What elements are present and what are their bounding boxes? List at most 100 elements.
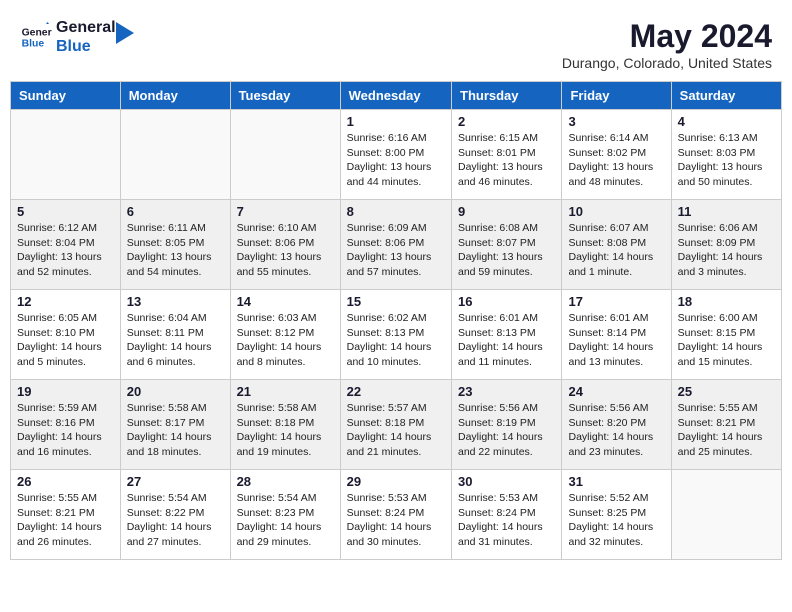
day-info: Sunrise: 5:59 AMSunset: 8:16 PMDaylight:…	[17, 401, 114, 460]
calendar-cell: 16 Sunrise: 6:01 AMSunset: 8:13 PMDayligh…	[452, 290, 562, 380]
day-number: 16	[458, 294, 555, 309]
calendar-table: SundayMondayTuesdayWednesdayThursdayFrid…	[10, 81, 782, 560]
day-number: 22	[347, 384, 445, 399]
day-number: 5	[17, 204, 114, 219]
weekday-header-thursday: Thursday	[452, 82, 562, 110]
calendar-cell: 18 Sunrise: 6:00 AMSunset: 8:15 PMDayligh…	[671, 290, 781, 380]
day-number: 3	[568, 114, 664, 129]
calendar-cell: 7Sunrise: 6:10 AMSunset: 8:06 PMDaylight…	[230, 200, 340, 290]
calendar-cell: 4 Sunrise: 6:13 AMSunset: 8:03 PMDaylight…	[671, 110, 781, 200]
day-number: 28	[237, 474, 334, 489]
day-info: Sunrise: 6:12 AMSunset: 8:04 PMDaylight:…	[17, 221, 114, 280]
svg-text:Blue: Blue	[22, 39, 45, 50]
page-header: General Blue General Blue May 2024 Duran…	[10, 10, 782, 75]
day-number: 26	[17, 474, 114, 489]
weekday-header-friday: Friday	[562, 82, 671, 110]
day-number: 31	[568, 474, 664, 489]
calendar-cell: 9Sunrise: 6:08 AMSunset: 8:07 PMDaylight…	[452, 200, 562, 290]
calendar-week-row: 26 Sunrise: 5:55 AMSunset: 8:21 PMDayligh…	[11, 470, 782, 560]
day-info: Sunrise: 6:13 AMSunset: 8:03 PMDaylight:…	[678, 131, 775, 190]
day-info: Sunrise: 5:58 AMSunset: 8:17 PMDaylight:…	[127, 401, 224, 460]
weekday-header-monday: Monday	[120, 82, 230, 110]
calendar-cell: 10Sunrise: 6:07 AMSunset: 8:08 PMDayligh…	[562, 200, 671, 290]
day-info: Sunrise: 6:14 AMSunset: 8:02 PMDaylight:…	[568, 131, 664, 190]
day-number: 14	[237, 294, 334, 309]
day-number: 27	[127, 474, 224, 489]
day-number: 7	[237, 204, 334, 219]
calendar-cell: 23 Sunrise: 5:56 AMSunset: 8:19 PMDayligh…	[452, 380, 562, 470]
day-number: 17	[568, 294, 664, 309]
day-number: 20	[127, 384, 224, 399]
logo-icon: General Blue	[20, 21, 52, 53]
logo: General Blue General Blue	[20, 18, 134, 56]
day-number: 30	[458, 474, 555, 489]
day-number: 1	[347, 114, 445, 129]
day-info: Sunrise: 6:03 AMSunset: 8:12 PMDaylight:…	[237, 311, 334, 370]
weekday-header-row: SundayMondayTuesdayWednesdayThursdayFrid…	[11, 82, 782, 110]
day-number: 13	[127, 294, 224, 309]
calendar-cell: 25 Sunrise: 5:55 AMSunset: 8:21 PMDayligh…	[671, 380, 781, 470]
calendar-cell: 17 Sunrise: 6:01 AMSunset: 8:14 PMDayligh…	[562, 290, 671, 380]
calendar-cell	[120, 110, 230, 200]
calendar-cell	[671, 470, 781, 560]
day-info: Sunrise: 5:53 AMSunset: 8:24 PMDaylight:…	[347, 491, 445, 550]
location-subtitle: Durango, Colorado, United States	[562, 55, 772, 71]
calendar-cell: 6 Sunrise: 6:11 AMSunset: 8:05 PMDaylight…	[120, 200, 230, 290]
day-info: Sunrise: 6:09 AMSunset: 8:06 PMDaylight:…	[347, 221, 445, 280]
calendar-week-row: 19Sunrise: 5:59 AMSunset: 8:16 PMDayligh…	[11, 380, 782, 470]
calendar-cell	[11, 110, 121, 200]
day-info: Sunrise: 5:58 AMSunset: 8:18 PMDaylight:…	[237, 401, 334, 460]
calendar-cell: 29 Sunrise: 5:53 AMSunset: 8:24 PMDayligh…	[340, 470, 451, 560]
calendar-body: 1Sunrise: 6:16 AMSunset: 8:00 PMDaylight…	[11, 110, 782, 560]
day-info: Sunrise: 6:08 AMSunset: 8:07 PMDaylight:…	[458, 221, 555, 280]
title-block: May 2024 Durango, Colorado, United State…	[562, 18, 772, 71]
day-info: Sunrise: 5:53 AMSunset: 8:24 PMDaylight:…	[458, 491, 555, 550]
day-number: 18	[678, 294, 775, 309]
month-year-title: May 2024	[562, 18, 772, 55]
calendar-cell: 24Sunrise: 5:56 AMSunset: 8:20 PMDayligh…	[562, 380, 671, 470]
day-info: Sunrise: 6:05 AMSunset: 8:10 PMDaylight:…	[17, 311, 114, 370]
weekday-header-tuesday: Tuesday	[230, 82, 340, 110]
day-number: 8	[347, 204, 445, 219]
calendar-cell: 5 Sunrise: 6:12 AMSunset: 8:04 PMDaylight…	[11, 200, 121, 290]
day-number: 23	[458, 384, 555, 399]
calendar-week-row: 1Sunrise: 6:16 AMSunset: 8:00 PMDaylight…	[11, 110, 782, 200]
weekday-header-saturday: Saturday	[671, 82, 781, 110]
day-info: Sunrise: 6:11 AMSunset: 8:05 PMDaylight:…	[127, 221, 224, 280]
svg-text:General: General	[22, 28, 52, 39]
day-info: Sunrise: 6:07 AMSunset: 8:08 PMDaylight:…	[568, 221, 664, 280]
weekday-header-sunday: Sunday	[11, 82, 121, 110]
day-info: Sunrise: 5:55 AMSunset: 8:21 PMDaylight:…	[17, 491, 114, 550]
calendar-cell: 28 Sunrise: 5:54 AMSunset: 8:23 PMDayligh…	[230, 470, 340, 560]
calendar-cell: 19Sunrise: 5:59 AMSunset: 8:16 PMDayligh…	[11, 380, 121, 470]
day-info: Sunrise: 6:00 AMSunset: 8:15 PMDaylight:…	[678, 311, 775, 370]
day-info: Sunrise: 6:01 AMSunset: 8:13 PMDaylight:…	[458, 311, 555, 370]
calendar-cell: 11Sunrise: 6:06 AMSunset: 8:09 PMDayligh…	[671, 200, 781, 290]
calendar-cell: 3 Sunrise: 6:14 AMSunset: 8:02 PMDaylight…	[562, 110, 671, 200]
day-number: 4	[678, 114, 775, 129]
day-number: 29	[347, 474, 445, 489]
calendar-cell: 2 Sunrise: 6:15 AMSunset: 8:01 PMDaylight…	[452, 110, 562, 200]
logo-arrow-icon	[116, 22, 134, 44]
day-number: 2	[458, 114, 555, 129]
day-number: 15	[347, 294, 445, 309]
day-info: Sunrise: 6:01 AMSunset: 8:14 PMDaylight:…	[568, 311, 664, 370]
logo-line1: General	[56, 18, 116, 37]
calendar-cell: 1Sunrise: 6:16 AMSunset: 8:00 PMDaylight…	[340, 110, 451, 200]
day-info: Sunrise: 5:55 AMSunset: 8:21 PMDaylight:…	[678, 401, 775, 460]
calendar-cell	[230, 110, 340, 200]
calendar-cell: 8 Sunrise: 6:09 AMSunset: 8:06 PMDaylight…	[340, 200, 451, 290]
day-info: Sunrise: 5:56 AMSunset: 8:19 PMDaylight:…	[458, 401, 555, 460]
day-number: 25	[678, 384, 775, 399]
day-number: 21	[237, 384, 334, 399]
day-info: Sunrise: 6:06 AMSunset: 8:09 PMDaylight:…	[678, 221, 775, 280]
weekday-header-wednesday: Wednesday	[340, 82, 451, 110]
calendar-week-row: 12Sunrise: 6:05 AMSunset: 8:10 PMDayligh…	[11, 290, 782, 380]
day-number: 6	[127, 204, 224, 219]
day-info: Sunrise: 5:57 AMSunset: 8:18 PMDaylight:…	[347, 401, 445, 460]
day-info: Sunrise: 6:04 AMSunset: 8:11 PMDaylight:…	[127, 311, 224, 370]
day-info: Sunrise: 5:54 AMSunset: 8:23 PMDaylight:…	[237, 491, 334, 550]
day-info: Sunrise: 6:15 AMSunset: 8:01 PMDaylight:…	[458, 131, 555, 190]
calendar-cell: 20 Sunrise: 5:58 AMSunset: 8:17 PMDayligh…	[120, 380, 230, 470]
logo-line2: Blue	[56, 37, 116, 56]
